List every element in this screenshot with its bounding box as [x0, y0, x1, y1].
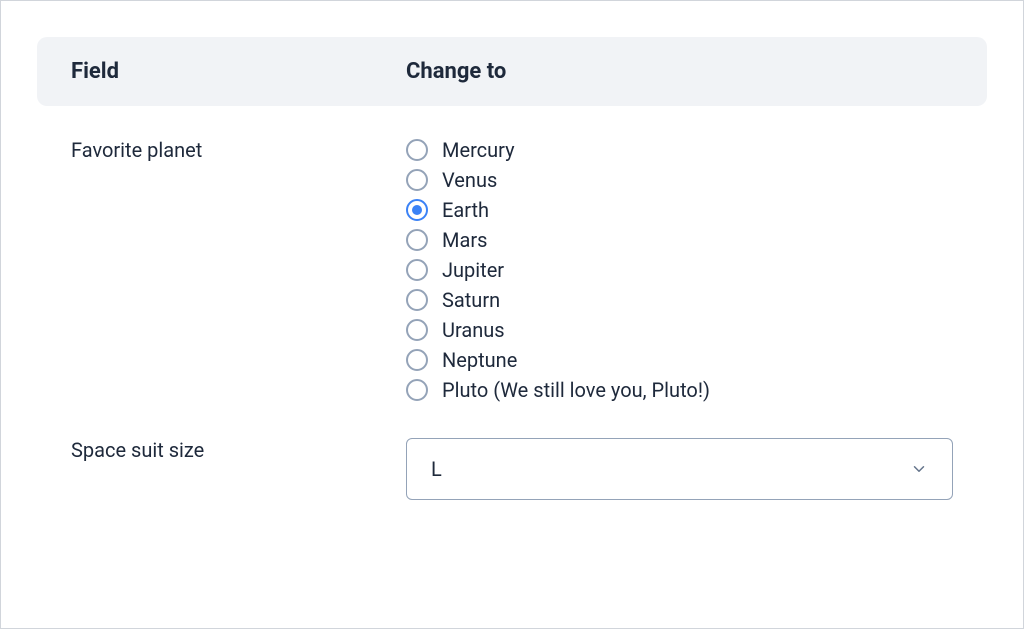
header-field: Field — [71, 59, 119, 84]
select-space-suit-size[interactable]: L — [406, 438, 953, 500]
radio-label: Uranus — [442, 318, 505, 342]
radio-icon — [406, 139, 428, 161]
row-favorite-planet: Favorite planet Mercury Venus Earth Mars Jup… — [37, 124, 987, 424]
radio-option[interactable]: Venus — [406, 168, 953, 192]
radio-label: Pluto (We still love you, Pluto!) — [442, 378, 710, 402]
radio-group-favorite-planet: Mercury Venus Earth Mars Jupiter Saturn Uranus… — [406, 138, 953, 402]
radio-icon — [406, 229, 428, 251]
header-change-to: Change to — [406, 59, 506, 84]
radio-label: Earth — [442, 198, 489, 222]
radio-label: Saturn — [442, 288, 500, 312]
chevron-down-icon — [910, 460, 928, 478]
radio-option[interactable]: Jupiter — [406, 258, 953, 282]
radio-option[interactable]: Earth — [406, 198, 953, 222]
radio-option[interactable]: Mars — [406, 228, 953, 252]
radio-label: Venus — [442, 168, 497, 192]
radio-icon — [406, 379, 428, 401]
radio-icon — [406, 289, 428, 311]
radio-icon — [406, 169, 428, 191]
radio-option[interactable]: Saturn — [406, 288, 953, 312]
select-value: L — [431, 457, 442, 481]
table-header: Field Change to — [37, 37, 987, 106]
field-label-space-suit-size: Space suit size — [71, 438, 204, 462]
radio-option[interactable]: Uranus — [406, 318, 953, 342]
radio-label: Mars — [442, 228, 487, 252]
radio-icon — [406, 319, 428, 341]
radio-label: Jupiter — [442, 258, 504, 282]
radio-icon — [406, 199, 428, 221]
radio-option[interactable]: Neptune — [406, 348, 953, 372]
radio-option[interactable]: Mercury — [406, 138, 953, 162]
field-label-favorite-planet: Favorite planet — [71, 138, 202, 162]
radio-icon — [406, 259, 428, 281]
row-space-suit-size: Space suit size L — [37, 424, 987, 522]
radio-label: Neptune — [442, 348, 517, 372]
radio-label: Mercury — [442, 138, 515, 162]
radio-icon — [406, 349, 428, 371]
radio-option[interactable]: Pluto (We still love you, Pluto!) — [406, 378, 953, 402]
